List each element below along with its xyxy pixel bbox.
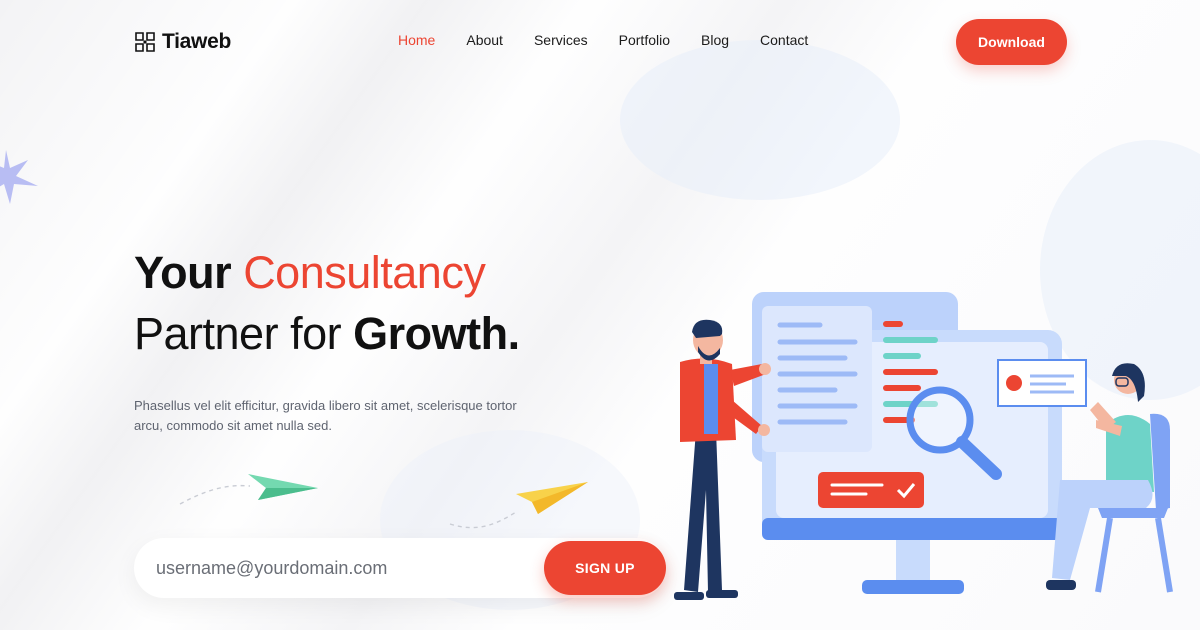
headline-partner-for: Partner for [134, 308, 342, 359]
paper-plane-yellow-icon [449, 482, 588, 529]
consultancy-illustration [674, 292, 1173, 600]
nav-link-home[interactable]: Home [398, 32, 435, 48]
nav-link-about[interactable]: About [466, 32, 503, 48]
top-navbar: Tiaweb Home About Services Portfolio Blo… [0, 0, 1200, 82]
paper-plane-green-icon [179, 474, 318, 505]
main-menu: Home About Services Portfolio Blog Conta… [398, 32, 839, 48]
download-button[interactable]: Download [956, 19, 1067, 65]
nav-link-blog[interactable]: Blog [701, 32, 729, 48]
headline-growth: Growth. [353, 308, 520, 359]
brand-logo[interactable]: Tiaweb [134, 30, 231, 54]
headline-consultancy: Consultancy [243, 247, 486, 298]
logo-grid-icon [135, 32, 155, 52]
sparkle-icon [0, 150, 38, 204]
headline-line-2: Partner for Growth. [134, 303, 520, 364]
hero-headline: Your Consultancy Partner for Growth. [134, 242, 520, 364]
hero-subtext: Phasellus vel elit efficitur, gravida li… [134, 398, 517, 433]
newsletter-signup-form: SIGN UP [134, 538, 666, 598]
nav-link-services[interactable]: Services [534, 32, 588, 48]
headline-line-1: Your Consultancy [134, 242, 520, 303]
brand-name: Tiaweb [162, 30, 232, 53]
nav-link-contact[interactable]: Contact [760, 32, 808, 48]
sign-up-button[interactable]: SIGN UP [544, 541, 666, 595]
nav-link-portfolio[interactable]: Portfolio [619, 32, 670, 48]
email-input[interactable] [156, 538, 536, 598]
headline-your: Your [134, 247, 232, 298]
